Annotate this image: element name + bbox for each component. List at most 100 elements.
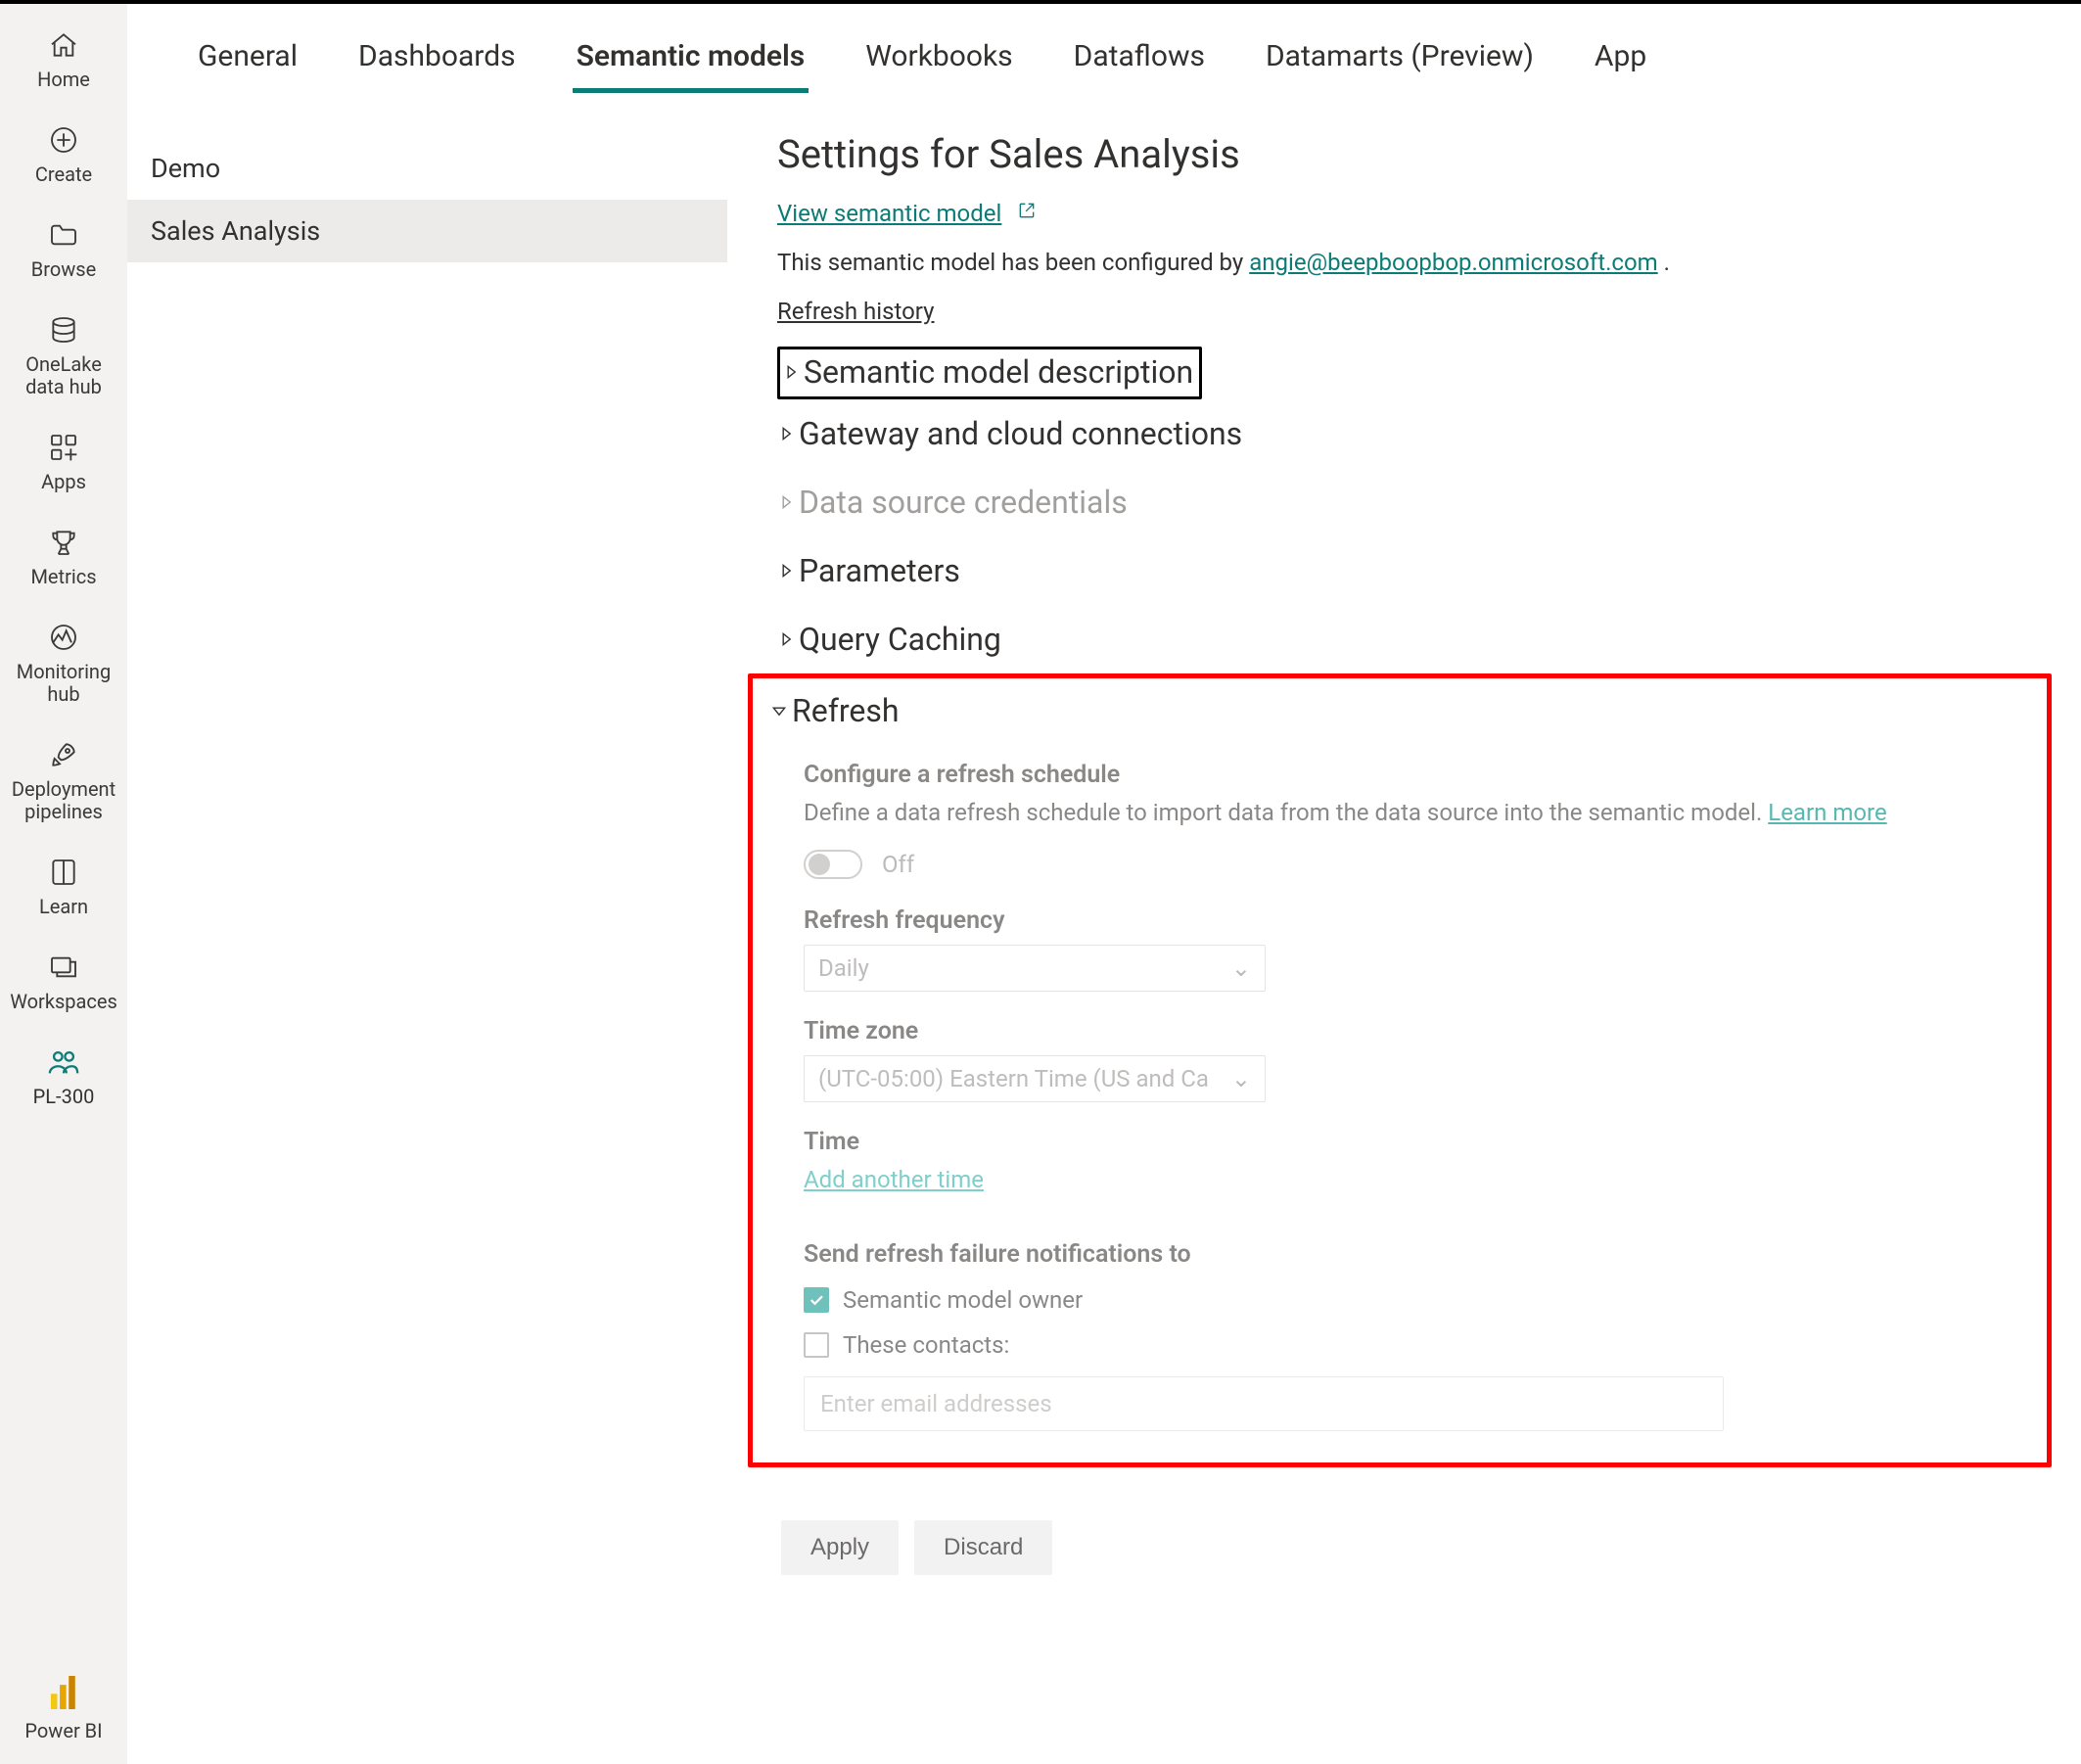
tab-workbooks[interactable]: Workbooks: [861, 25, 1016, 91]
sections: Semantic model description Gateway and c…: [777, 347, 2042, 1575]
caret-down-icon: [770, 702, 788, 720]
frequency-value: Daily: [818, 954, 869, 982]
nav-deployment-label: Deployment pipelines: [4, 778, 123, 823]
contacts-placeholder: Enter email addresses: [820, 1390, 1052, 1417]
nav-home[interactable]: Home: [0, 14, 127, 109]
nav-workspaces-label: Workspaces: [10, 991, 117, 1013]
tab-general[interactable]: General: [194, 25, 301, 91]
page-title: Settings for Sales Analysis: [777, 131, 2042, 177]
nav-metrics-label: Metrics: [30, 566, 96, 588]
checkbox-contacts[interactable]: [804, 1332, 829, 1358]
notify-contacts-row[interactable]: These contacts:: [804, 1331, 2015, 1359]
list-item[interactable]: Demo: [127, 137, 727, 200]
toggle-state-label: Off: [882, 851, 914, 878]
app-root: Home Create Browse OneLake data hub Apps: [0, 0, 2081, 1764]
nav-deployment[interactable]: Deployment pipelines: [0, 723, 127, 841]
configured-by-row: This semantic model has been configured …: [777, 249, 2042, 276]
main: General Dashboards Semantic models Workb…: [127, 4, 2081, 1764]
notify-owner-row[interactable]: Semantic model owner: [804, 1286, 2015, 1314]
folder-icon: [46, 217, 81, 253]
home-icon: [46, 27, 81, 63]
tabs: General Dashboards Semantic models Workb…: [127, 4, 2081, 92]
nav-metrics[interactable]: Metrics: [0, 511, 127, 606]
nav-browse[interactable]: Browse: [0, 204, 127, 299]
discard-button[interactable]: Discard: [914, 1520, 1052, 1575]
view-model-row: View semantic model: [777, 199, 2042, 227]
notify-contacts-label: These contacts:: [843, 1331, 1009, 1359]
database-icon: [46, 312, 81, 348]
frequency-select[interactable]: Daily ⌄: [804, 945, 1266, 992]
nav-workspaces[interactable]: Workspaces: [0, 936, 127, 1031]
timezone-select[interactable]: (UTC-05:00) Eastern Time (US and Ca ⌄: [804, 1055, 1266, 1102]
left-nav-rail: Home Create Browse OneLake data hub Apps: [0, 4, 127, 1764]
refresh-highlight: Refresh Configure a refresh schedule Def…: [748, 673, 2052, 1467]
workspaces-icon: [46, 950, 81, 985]
chevron-down-icon: ⌄: [1231, 1065, 1251, 1092]
nav-monitoring-label: Monitoring hub: [4, 661, 123, 706]
nav-create-label: Create: [35, 163, 92, 186]
book-icon: [46, 855, 81, 890]
nav-monitoring[interactable]: Monitoring hub: [0, 606, 127, 723]
caret-right-icon: [777, 562, 795, 580]
section-caching[interactable]: Query Caching: [777, 605, 2042, 673]
brand-label: Power BI: [24, 1719, 102, 1742]
notify-owner-label: Semantic model owner: [843, 1286, 1083, 1314]
view-semantic-model-link[interactable]: View semantic model: [777, 200, 1001, 227]
timezone-label: Time zone: [804, 1017, 2015, 1045]
caret-right-icon: [777, 630, 795, 648]
powerbi-icon: [50, 1676, 77, 1713]
learn-more-link[interactable]: Learn more: [1768, 799, 1886, 826]
nav-pl300-label: PL-300: [33, 1086, 95, 1108]
section-parameters-label: Parameters: [799, 552, 960, 589]
settings-content: Settings for Sales Analysis View semanti…: [728, 92, 2081, 1764]
nav-apps-label: Apps: [41, 471, 86, 493]
model-list: Demo Sales Analysis: [127, 92, 728, 1764]
list-item[interactable]: Sales Analysis: [127, 200, 727, 262]
tab-dataflows[interactable]: Dataflows: [1070, 25, 1209, 91]
section-parameters[interactable]: Parameters: [777, 536, 2042, 605]
nav-home-label: Home: [37, 69, 90, 91]
refresh-schedule-desc-text: Define a data refresh schedule to import…: [804, 799, 1768, 826]
nav-create[interactable]: Create: [0, 109, 127, 204]
time-label: Time: [804, 1128, 2015, 1156]
nav-onelake-label: OneLake data hub: [4, 353, 123, 398]
refresh-panel: Configure a refresh schedule Define a da…: [804, 761, 2015, 1431]
section-caching-label: Query Caching: [799, 621, 1001, 658]
configured-email-link[interactable]: angie@beepboopbop.onmicrosoft.com: [1249, 249, 1657, 276]
nav-apps[interactable]: Apps: [0, 416, 127, 511]
apps-icon: [46, 430, 81, 465]
section-gateway[interactable]: Gateway and cloud connections: [777, 399, 2042, 468]
trophy-icon: [46, 525, 81, 560]
apply-button[interactable]: Apply: [781, 1520, 899, 1575]
notify-heading: Send refresh failure notifications to: [804, 1240, 2015, 1269]
people-icon: [46, 1044, 81, 1080]
brand-powerbi[interactable]: Power BI: [21, 1658, 106, 1764]
nav-learn[interactable]: Learn: [0, 841, 127, 936]
caret-right-icon: [777, 425, 795, 442]
nav-onelake[interactable]: OneLake data hub: [0, 299, 127, 416]
refresh-toggle[interactable]: Off: [804, 850, 2015, 879]
contacts-input[interactable]: Enter email addresses: [804, 1376, 1724, 1431]
toggle-switch[interactable]: [804, 850, 862, 879]
caret-right-icon: [782, 363, 800, 381]
configured-prefix: This semantic model has been configured …: [777, 249, 1249, 276]
checkbox-owner[interactable]: [804, 1287, 829, 1313]
tab-dashboards[interactable]: Dashboards: [354, 25, 520, 91]
body: Demo Sales Analysis Settings for Sales A…: [127, 92, 2081, 1764]
monitor-icon: [46, 620, 81, 655]
section-gateway-label: Gateway and cloud connections: [799, 415, 1242, 452]
refresh-history-link[interactable]: Refresh history: [777, 298, 935, 325]
toggle-knob: [809, 854, 830, 875]
refresh-schedule-heading: Configure a refresh schedule: [804, 761, 2015, 789]
section-credentials: Data source credentials: [777, 468, 2042, 536]
add-another-time-link[interactable]: Add another time: [804, 1166, 984, 1193]
section-refresh[interactable]: Refresh: [770, 686, 2015, 745]
timezone-value: (UTC-05:00) Eastern Time (US and Ca: [818, 1065, 1209, 1092]
rocket-icon: [46, 737, 81, 772]
section-description[interactable]: Semantic model description: [782, 349, 1193, 395]
nav-pl300[interactable]: PL-300: [0, 1031, 127, 1126]
tab-app[interactable]: App: [1591, 25, 1650, 91]
nav-learn-label: Learn: [39, 896, 88, 918]
tab-datamarts[interactable]: Datamarts (Preview): [1262, 25, 1538, 91]
tab-semantic-models[interactable]: Semantic models: [573, 25, 809, 91]
